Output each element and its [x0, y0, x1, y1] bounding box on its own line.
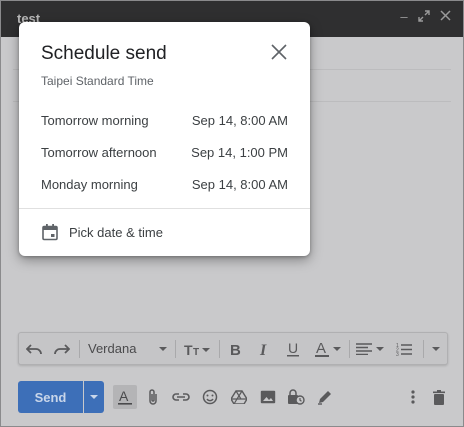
schedule-option-monday-morning[interactable]: Monday morning Sep 14, 8:00 AM	[19, 169, 310, 201]
dialog-divider	[19, 208, 310, 209]
close-compose-icon[interactable]	[438, 10, 452, 24]
pick-date-time-label: Pick date & time	[69, 225, 163, 240]
confidential-mode-icon[interactable]	[284, 385, 308, 409]
schedule-option-tomorrow-morning[interactable]: Tomorrow morning Sep 14, 8:00 AM	[19, 105, 310, 137]
google-drive-icon[interactable]	[227, 385, 251, 409]
svg-text:T: T	[193, 347, 199, 356]
svg-text:U: U	[288, 341, 298, 356]
more-options-icon[interactable]	[401, 385, 425, 409]
emoji-icon[interactable]	[198, 385, 222, 409]
insert-photo-icon[interactable]	[256, 385, 280, 409]
fullscreen-icon[interactable]	[417, 10, 431, 24]
bold-icon[interactable]: B	[224, 333, 246, 364]
option-datetime: Sep 14, 1:00 PM	[191, 145, 288, 160]
text-color-icon[interactable]: A	[311, 333, 345, 364]
option-label: Tomorrow morning	[41, 113, 149, 128]
redo-icon[interactable]	[51, 333, 73, 364]
numbered-list-icon[interactable]: 123	[391, 333, 417, 364]
attach-file-icon[interactable]	[141, 385, 165, 409]
minimize-icon[interactable]: –	[397, 10, 411, 24]
discard-draft-icon[interactable]	[427, 385, 451, 409]
send-options-button[interactable]	[84, 381, 104, 413]
insert-link-icon[interactable]	[169, 385, 193, 409]
svg-text:3: 3	[396, 352, 399, 356]
toolbar-separator	[349, 340, 350, 358]
toolbar-separator	[175, 340, 176, 358]
svg-text:T: T	[184, 342, 193, 356]
toolbar-separator	[79, 340, 80, 358]
toolbar-separator	[219, 340, 220, 358]
more-formatting-icon[interactable]	[427, 333, 445, 364]
close-icon[interactable]	[268, 41, 290, 63]
chevron-down-icon[interactable]	[157, 333, 169, 364]
chevron-down-icon	[90, 395, 98, 399]
option-datetime: Sep 14, 8:00 AM	[191, 113, 288, 128]
pick-date-time-option[interactable]: Pick date & time	[19, 216, 310, 248]
align-icon[interactable]	[353, 333, 387, 364]
underline-icon[interactable]: U	[282, 333, 304, 364]
option-datetime: Sep 14, 8:00 AM	[191, 177, 288, 192]
formatting-options-icon[interactable]: A	[113, 385, 137, 409]
dialog-title: Schedule send	[41, 43, 167, 64]
send-button[interactable]: Send	[18, 381, 83, 413]
timezone-label: Taipei Standard Time	[41, 74, 154, 88]
option-label: Tomorrow afternoon	[41, 145, 157, 160]
svg-text:B: B	[230, 342, 241, 356]
svg-text:I: I	[259, 342, 267, 356]
calendar-icon	[41, 223, 59, 246]
schedule-option-tomorrow-afternoon[interactable]: Tomorrow afternoon Sep 14, 1:00 PM	[19, 137, 310, 169]
svg-text:A: A	[119, 389, 129, 404]
italic-icon[interactable]: I	[253, 333, 275, 364]
option-label: Monday morning	[41, 177, 138, 192]
schedule-send-dialog: Schedule send Taipei Standard Time Tomor…	[19, 22, 310, 256]
font-family-select[interactable]: Verdana	[88, 341, 136, 356]
formatting-toolbar: Verdana TT B I U A 123	[18, 332, 448, 365]
svg-text:A: A	[316, 341, 326, 357]
undo-icon[interactable]	[23, 333, 45, 364]
signature-icon[interactable]	[313, 385, 337, 409]
font-size-icon[interactable]: TT	[179, 333, 215, 364]
toolbar-separator	[423, 340, 424, 358]
